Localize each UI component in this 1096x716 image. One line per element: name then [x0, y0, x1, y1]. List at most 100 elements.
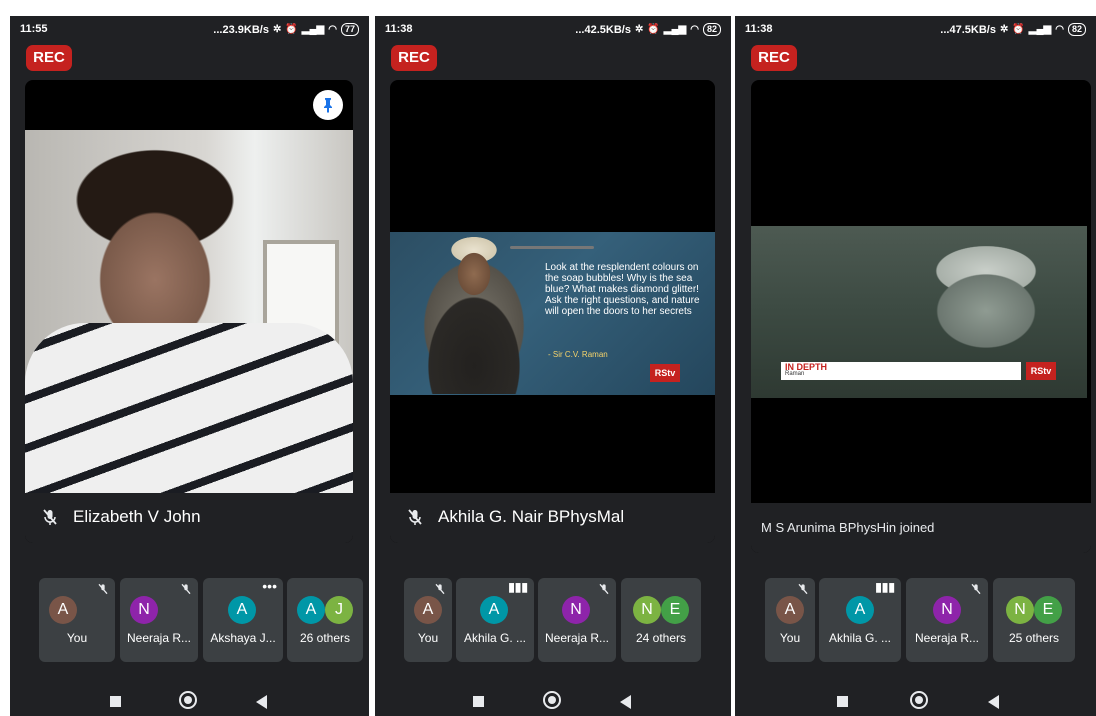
status-time: 11:38: [385, 23, 413, 35]
battery-icon: 77: [340, 23, 359, 36]
avatar: A: [297, 596, 325, 624]
participant-video: [25, 130, 353, 493]
back-button[interactable]: [988, 695, 999, 709]
bluetooth-icon: ✲: [999, 24, 1009, 35]
battery-icon: 82: [1067, 23, 1086, 36]
android-nav-bar: [735, 686, 1096, 716]
main-video-stage[interactable]: IN DEPTH Raman RStv M S Arunima BPhysHin…: [751, 80, 1091, 553]
avatar: N: [562, 596, 590, 624]
slide-author: - Sir C.V. Raman: [548, 350, 608, 359]
main-video-stage[interactable]: Elizabeth V John: [25, 80, 353, 543]
signal-icon: ▂▄▆: [663, 24, 687, 35]
shared-slide: Look at the resplendent colours on the s…: [390, 232, 715, 395]
home-button[interactable]: [543, 691, 561, 709]
participant-tile[interactable]: N Neeraja R...: [120, 578, 198, 662]
avatar: N: [633, 596, 661, 624]
avatar: N: [130, 596, 158, 624]
channel-logo: RStv: [1026, 362, 1056, 380]
main-video-stage[interactable]: Look at the resplendent colours on the s…: [390, 80, 715, 543]
status-bar: 11:38 ...47.5KB/s ✲ ⏰ ▂▄▆ ◠ 82: [735, 16, 1096, 42]
avatar: A: [228, 596, 256, 624]
home-button[interactable]: [179, 691, 197, 709]
video-scrubber[interactable]: [510, 246, 594, 249]
home-button[interactable]: [910, 691, 928, 709]
recents-button[interactable]: [837, 696, 848, 707]
tile-label: 25 others: [1008, 631, 1060, 645]
signal-icon: ▂▄▆: [301, 24, 325, 35]
tile-label: Neeraja R...: [544, 631, 610, 645]
phone-panel-2: 11:38 ...42.5KB/s ✲ ⏰ ▂▄▆ ◠ 82 REC Look …: [375, 16, 731, 716]
recents-button[interactable]: [110, 696, 121, 707]
tile-label: Akhila G. ...: [463, 631, 527, 645]
status-bar: 11:55 ...23.9KB/s ✲ ⏰ ▂▄▆ ◠ 77: [10, 16, 369, 42]
avatar: N: [933, 596, 961, 624]
status-bar: 11:38 ...42.5KB/s ✲ ⏰ ▂▄▆ ◠ 82: [375, 16, 731, 42]
status-time: 11:55: [20, 23, 48, 35]
wifi-icon: ◠: [690, 24, 699, 35]
tile-label: You: [417, 631, 439, 645]
participant-tile[interactable]: A ▮▮▮ Akhila G. ...: [456, 578, 534, 662]
tile-label: Akhila G. ...: [828, 631, 892, 645]
mic-off-icon: [180, 582, 192, 600]
network-speed: ...42.5KB/s: [575, 23, 631, 36]
others-tile[interactable]: N E 24 others: [621, 578, 701, 662]
avatar: A: [846, 596, 874, 624]
avatar: E: [661, 596, 689, 624]
avatar: J: [325, 596, 353, 624]
join-notification: M S Arunima BPhysHin joined: [751, 503, 1091, 553]
network-speed: ...23.9KB/s: [213, 23, 269, 36]
tile-label: Neeraja R...: [126, 631, 192, 645]
mic-off-icon: [43, 509, 57, 525]
participant-tile[interactable]: N Neeraja R...: [906, 578, 988, 662]
wifi-icon: ◠: [328, 24, 337, 35]
back-button[interactable]: [256, 695, 267, 709]
android-nav-bar: [375, 686, 731, 716]
participant-shirt: [25, 323, 353, 493]
slide-quote: Look at the resplendent colours on the s…: [545, 262, 700, 317]
speaker-name-bar: Akhila G. Nair BPhysMal: [390, 493, 715, 543]
phone-panel-1: 11:55 ...23.9KB/s ✲ ⏰ ▂▄▆ ◠ 77 REC Eliza…: [10, 16, 369, 716]
others-tile[interactable]: A J 26 others: [287, 578, 363, 662]
pin-button[interactable]: [313, 90, 343, 120]
channel-logo: RStv: [650, 364, 680, 382]
tile-label: 26 others: [299, 631, 351, 645]
speaker-name-bar: Elizabeth V John: [25, 493, 353, 543]
alarm-icon: ⏰: [1012, 24, 1025, 35]
mic-off-icon: [598, 582, 610, 600]
android-nav-bar: [10, 686, 369, 716]
recording-badge: REC: [391, 45, 437, 71]
back-button[interactable]: [620, 695, 631, 709]
participant-tile-you[interactable]: A You: [404, 578, 452, 662]
participant-tile-you[interactable]: A You: [765, 578, 815, 662]
bluetooth-icon: ✲: [634, 24, 644, 35]
video-lower-third: IN DEPTH Raman: [781, 362, 1021, 380]
avatar: N: [1006, 596, 1034, 624]
battery-icon: 82: [702, 23, 721, 36]
portrait-image: [408, 236, 538, 394]
signal-icon: ▂▄▆: [1028, 24, 1052, 35]
wifi-icon: ◠: [1055, 24, 1064, 35]
avatar: E: [1034, 596, 1062, 624]
tile-label: Akshaya J...: [210, 631, 276, 645]
alarm-icon: ⏰: [647, 24, 660, 35]
bluetooth-icon: ✲: [272, 24, 282, 35]
recording-badge: REC: [26, 45, 72, 71]
mic-off-icon: [408, 509, 422, 525]
more-options-icon[interactable]: •••: [262, 578, 277, 594]
status-time: 11:38: [745, 23, 773, 35]
participant-tile[interactable]: A ▮▮▮ Akhila G. ...: [819, 578, 901, 662]
participant-tile-you[interactable]: A You: [39, 578, 115, 662]
avatar: A: [776, 596, 804, 624]
join-notification-text: M S Arunima BPhysHin joined: [761, 520, 935, 535]
mic-off-icon: [970, 582, 982, 600]
speaker-name: Elizabeth V John: [73, 507, 201, 526]
participant-tile[interactable]: N Neeraja R...: [538, 578, 616, 662]
participant-tile[interactable]: A ••• Akshaya J...: [203, 578, 283, 662]
recents-button[interactable]: [473, 696, 484, 707]
network-speed: ...47.5KB/s: [940, 23, 996, 36]
recording-badge: REC: [751, 45, 797, 71]
tile-label: You: [66, 631, 88, 645]
avatar: A: [414, 596, 442, 624]
others-tile[interactable]: N E 25 others: [993, 578, 1075, 662]
avatar: A: [49, 596, 77, 624]
